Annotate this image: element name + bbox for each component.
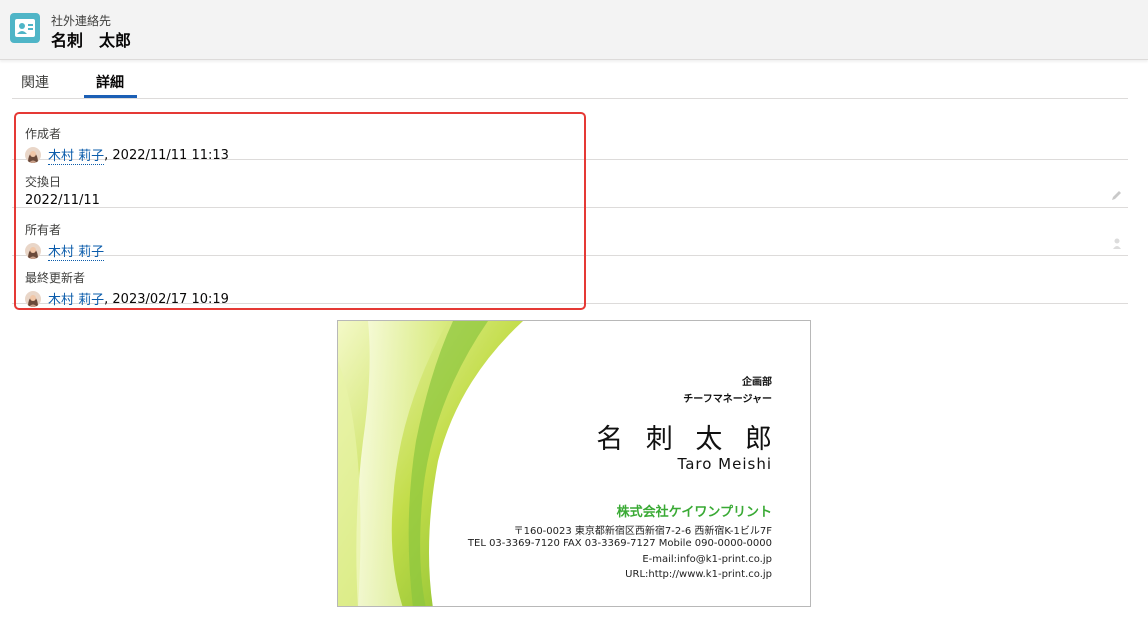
pencil-icon[interactable] [1110, 188, 1124, 202]
tab-related[interactable]: 関連 [21, 72, 49, 92]
field-label: 最終更新者 [25, 271, 86, 285]
active-tab-indicator [84, 95, 137, 98]
field-value: 木村 莉子 , 2023/02/17 10:19 [25, 289, 229, 309]
field-label: 所有者 [25, 223, 62, 237]
tab-details[interactable]: 詳細 [96, 72, 124, 92]
card-department: 企画部 [742, 377, 772, 388]
card-email: E-mail:info@k1-print.co.jp [642, 554, 772, 565]
card-url: URL:http://www.k1-print.co.jp [625, 569, 772, 580]
card-name-roman: Taro Meishi [677, 455, 772, 473]
card-address: 〒160-0023 東京都新宿区西新宿7-2-6 西新宿K-1ビル7F [513, 526, 772, 537]
field-value: 2022/11/11 [25, 193, 100, 208]
record-name: 名刺 太郎 [51, 31, 132, 50]
tab-bar: 関連 詳細 [12, 60, 1128, 99]
field-label: 交換日 [25, 175, 62, 189]
field-last-modified-by: 最終更新者 木村 莉子 , 2023/02/17 10:19 [12, 256, 1128, 309]
contact-card-icon [10, 13, 40, 43]
field-label: 作成者 [25, 127, 62, 141]
field-created-by: 作成者 木村 莉子 , 2022/11/11 11:13 [12, 112, 1128, 165]
business-card-image: 企画部 チーフマネージャー 名 刺 太 郎 Taro Meishi 株式会社ケイ… [337, 320, 811, 607]
card-company: 株式会社ケイワンプリント [616, 505, 772, 520]
field-exchange-date: 交換日 2022/11/11 [12, 160, 1128, 208]
modified-date: , 2023/02/17 10:19 [104, 291, 229, 307]
card-job-title: チーフマネージャー [683, 394, 772, 405]
user-avatar [25, 291, 41, 307]
user-link[interactable]: 木村 莉子 [48, 289, 105, 309]
detail-fields: 作成者 木村 莉子 , 2022/11/11 11:13 交換日 2022/11… [12, 112, 1128, 309]
change-owner-icon[interactable] [1110, 236, 1124, 250]
card-phones: TEL 03-3369-7120 FAX 03-3369-7127 Mobile… [467, 538, 772, 549]
field-owner: 所有者 木村 莉子 [12, 208, 1128, 261]
card-name: 名 刺 太 郎 [596, 424, 779, 455]
record-header: 社外連絡先 名刺 太郎 [0, 0, 1148, 60]
